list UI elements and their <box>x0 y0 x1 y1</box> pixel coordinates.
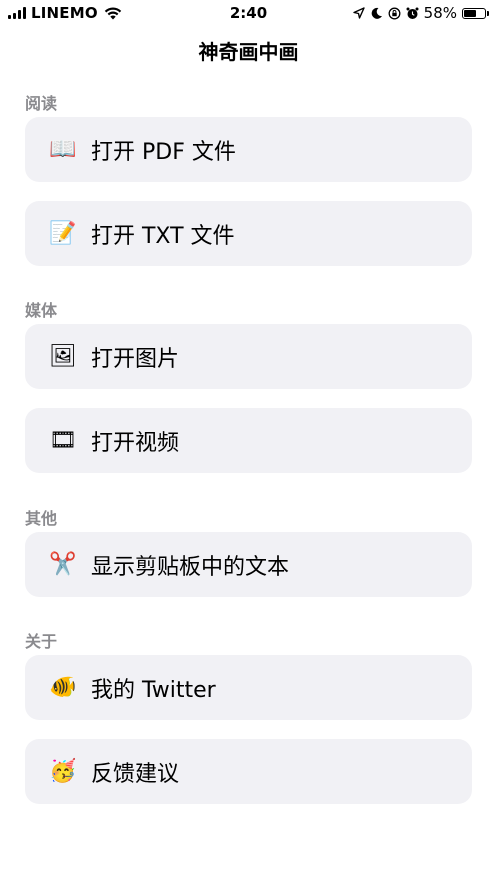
book-icon: 📖 <box>49 136 77 162</box>
item-label: 打开 TXT 文件 <box>91 223 235 249</box>
section-header-about: 关于 <box>25 632 58 651</box>
show-clipboard-text-button[interactable]: ✂️ 显示剪贴板中的文本 <box>25 532 472 597</box>
open-txt-button[interactable]: 📝 打开 TXT 文件 <box>25 201 472 266</box>
memo-icon: 📝 <box>49 220 77 246</box>
section-header-reading: 阅读 <box>25 94 58 113</box>
section-header-media: 媒体 <box>25 301 58 320</box>
location-arrow-icon <box>352 7 365 19</box>
picture-icon: 🖼 <box>49 343 77 369</box>
item-label: 打开 PDF 文件 <box>91 139 236 165</box>
open-pdf-button[interactable]: 📖 打开 PDF 文件 <box>25 117 472 182</box>
film-icon: 🎞 <box>49 427 77 453</box>
battery-icon <box>462 7 489 19</box>
party-face-icon: 🥳 <box>49 758 77 784</box>
item-label: 打开视频 <box>91 430 180 456</box>
moon-icon <box>371 7 382 19</box>
item-label: 我的 Twitter <box>91 677 216 703</box>
rotation-lock-icon <box>388 7 401 19</box>
open-image-button[interactable]: 🖼 打开图片 <box>25 324 472 389</box>
open-video-button[interactable]: 🎞 打开视频 <box>25 408 472 473</box>
alarm-icon <box>406 7 419 19</box>
status-right: 58% <box>352 4 489 22</box>
fish-icon: 🐠 <box>49 674 77 700</box>
item-label: 反馈建议 <box>91 761 180 787</box>
scissors-icon: ✂️ <box>49 551 77 577</box>
my-twitter-button[interactable]: 🐠 我的 Twitter <box>25 655 472 720</box>
item-label: 打开图片 <box>91 346 180 372</box>
page-title: 神奇画中画 <box>198 40 299 64</box>
section-header-other: 其他 <box>25 509 58 528</box>
status-bar: LINEMO 2:40 58% <box>0 0 497 28</box>
battery-percent: 58% <box>423 4 457 22</box>
feedback-button[interactable]: 🥳 反馈建议 <box>25 739 472 804</box>
item-label: 显示剪贴板中的文本 <box>91 554 290 580</box>
